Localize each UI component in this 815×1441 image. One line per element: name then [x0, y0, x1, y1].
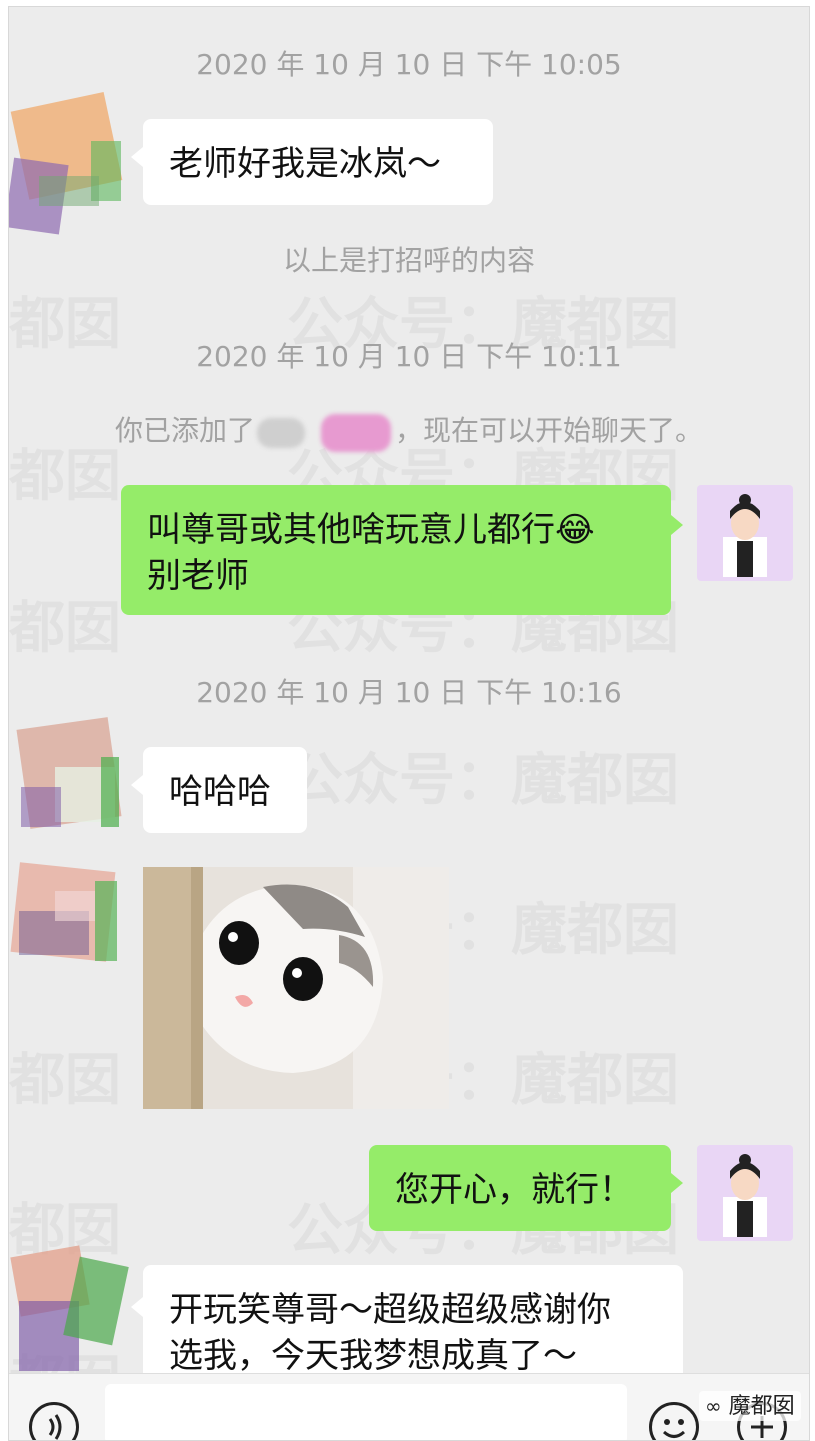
corner-watermark: ∞ 魔都囡 — [699, 1391, 801, 1421]
system-message: 你已添加了 ，现在可以开始聊天了。 — [9, 409, 809, 452]
wechat-icon: ∞ — [705, 1394, 722, 1418]
timestamp: 2020 年 10 月 10 日 下午 10:16 — [196, 676, 622, 709]
message-input[interactable] — [105, 1384, 627, 1440]
contact-avatar[interactable] — [9, 91, 123, 235]
message-bubble-incoming[interactable]: 哈哈哈 — [143, 747, 307, 833]
message-text: 开玩笑尊哥～超级超级感谢你 — [169, 1290, 611, 1330]
chat-window: 都囡 公众号：魔都囡 都囡 公众号：魔都囡 都囡 公众号：魔都囡 公众号：魔都囡… — [8, 6, 810, 1441]
system-message-suffix: ，现在可以开始聊天了。 — [395, 414, 704, 447]
user-avatar[interactable] — [697, 485, 793, 581]
message-text: 哈哈哈 — [169, 772, 271, 812]
message-text: 老师好我是冰岚～ — [169, 144, 441, 184]
user-avatar[interactable] — [697, 1145, 793, 1241]
corner-watermark-text: 魔都囡 — [728, 1394, 795, 1419]
watermark: 都囡 — [9, 583, 121, 664]
message-text: 叫尊哥或其他啥玩意儿都行😂 — [147, 510, 595, 550]
message-bubble-outgoing[interactable]: 叫尊哥或其他啥玩意儿都行😂 别老师 — [121, 485, 671, 615]
sticker-image[interactable] — [143, 867, 449, 1109]
contact-avatar[interactable] — [16, 717, 122, 829]
message-bubble-incoming[interactable]: 老师好我是冰岚～ — [143, 119, 493, 205]
contact-avatar[interactable] — [10, 1245, 129, 1371]
message-text: 您开心，就行！ — [395, 1170, 633, 1210]
contact-avatar[interactable] — [10, 862, 117, 963]
emoji-icon — [662, 1419, 686, 1438]
watermark: 都囡 — [9, 1035, 121, 1116]
system-message: 以上是打招呼的内容 — [282, 244, 535, 277]
emoji-button[interactable] — [649, 1402, 699, 1440]
message-text: 别老师 — [147, 556, 249, 596]
redacted-name — [255, 412, 395, 452]
voice-icon — [48, 1414, 62, 1440]
voice-button[interactable] — [29, 1402, 79, 1440]
input-toolbar — [9, 1373, 809, 1440]
system-message-prefix: 你已添加了 — [114, 414, 255, 447]
message-bubble-outgoing[interactable]: 您开心，就行！ — [369, 1145, 671, 1231]
timestamp: 2020 年 10 月 10 日 下午 10:05 — [196, 48, 622, 81]
timestamp: 2020 年 10 月 10 日 下午 10:11 — [196, 340, 622, 373]
watermark: 公众号：魔都囡 — [287, 735, 679, 816]
